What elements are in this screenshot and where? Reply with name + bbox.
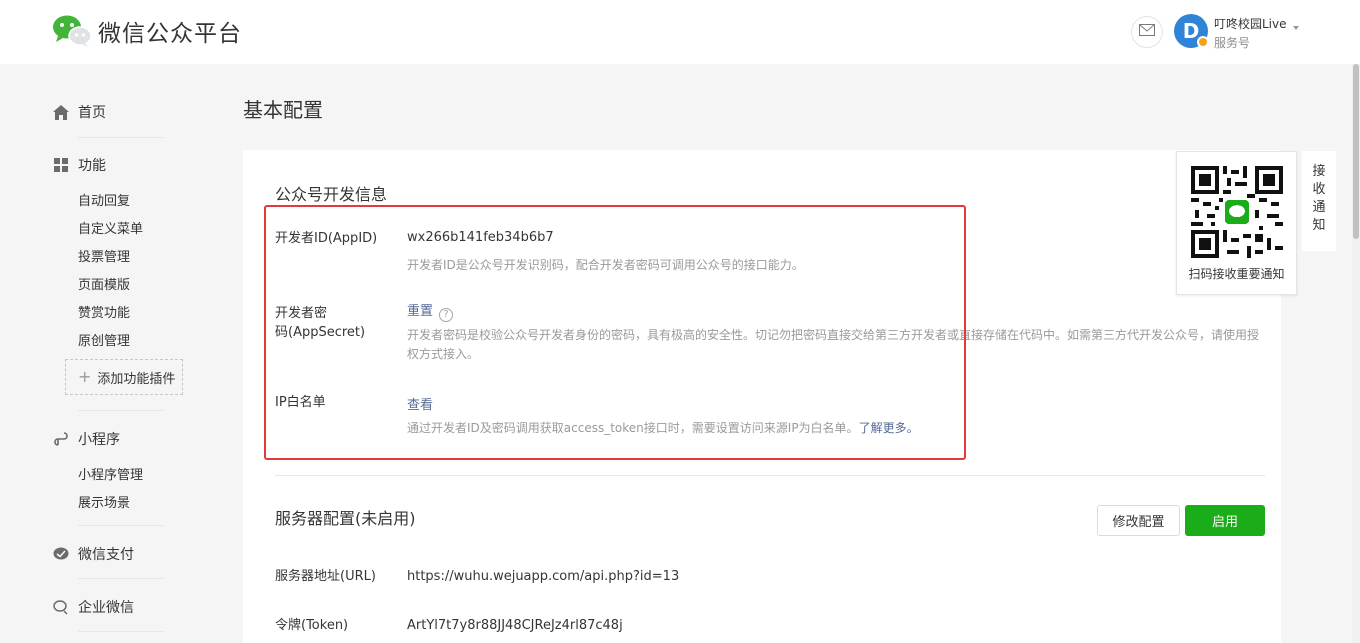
- divider: [78, 525, 164, 526]
- appsecret-label-line1: 开发者密: [275, 306, 328, 321]
- divider: [78, 631, 164, 632]
- token-label: 令牌(Token): [275, 618, 349, 633]
- sidebar-item-label: 功能: [78, 158, 106, 174]
- sidebar-item-wechat-pay[interactable]: 微信支付: [52, 542, 134, 566]
- token-value: ArtYl7t7y8r88JJ48CJReJz4rl87c48j: [407, 618, 623, 633]
- sidebar-item-page-template[interactable]: 页面模版: [78, 274, 130, 293]
- notify-side-tab[interactable]: 接 收 通 知: [1302, 151, 1336, 251]
- appsecret-actions: 重置?: [407, 300, 454, 322]
- dev-info-title: 公众号开发信息: [275, 185, 388, 204]
- home-icon: [52, 103, 70, 121]
- notify-tab-char: 收: [1312, 182, 1326, 197]
- plus-icon: +: [78, 367, 92, 386]
- sidebar-item-home[interactable]: 首页: [52, 100, 106, 124]
- enable-button[interactable]: 启用: [1185, 505, 1265, 536]
- ip-whitelist-description: 通过开发者ID及密码调用获取access_token接口时，需要设置访问来源IP…: [407, 418, 919, 438]
- qr-caption: 扫码接收重要通知: [1188, 267, 1285, 281]
- message-button[interactable]: [1131, 16, 1163, 48]
- sidebar-item-label: 小程序: [78, 432, 120, 448]
- sidebar-section-miniprogram[interactable]: 小程序: [52, 427, 120, 451]
- sidebar-item-label: 首页: [78, 105, 106, 121]
- sidebar-item-custom-menu[interactable]: 自定义菜单: [78, 218, 143, 237]
- sidebar-item-vote-manage[interactable]: 投票管理: [78, 246, 130, 265]
- sidebar-item-original[interactable]: 原创管理: [78, 330, 130, 349]
- sidebar-section-features[interactable]: 功能: [52, 153, 106, 177]
- appsecret-label-line2: 码(AppSecret): [275, 325, 366, 340]
- chevron-down-icon[interactable]: [1293, 26, 1299, 30]
- ip-whitelist-label: IP白名单: [275, 395, 326, 410]
- miniprogram-icon: [52, 430, 70, 448]
- help-icon[interactable]: ?: [439, 307, 454, 322]
- reset-secret-link[interactable]: 重置: [407, 304, 433, 319]
- appsecret-description-line2: 权方式接入。: [407, 347, 480, 361]
- work-wechat-icon: [52, 598, 70, 616]
- section-divider: [275, 475, 1265, 476]
- ip-desc-text: 通过开发者ID及密码调用获取access_token接口时，需要设置访问来源IP…: [407, 421, 859, 435]
- qr-code-icon: [1191, 166, 1283, 258]
- sidebar-item-work-wechat[interactable]: 企业微信: [52, 595, 134, 619]
- sidebar-item-label: 微信支付: [78, 547, 134, 563]
- divider: [78, 410, 164, 411]
- appid-value: wx266b141feb34b6b7: [407, 230, 554, 245]
- sidebar-item-display-scene[interactable]: 展示场景: [78, 492, 130, 511]
- logo[interactable]: 微信公众平台: [52, 14, 242, 48]
- account-type: 服务号: [1214, 36, 1251, 50]
- sidebar-item-auto-reply[interactable]: 自动回复: [78, 190, 130, 209]
- grid-icon: [52, 156, 70, 174]
- add-plugin-button[interactable]: + 添加功能插件: [65, 359, 183, 395]
- notify-tab-char: 知: [1312, 218, 1326, 233]
- server-url-value: https://wuhu.wejuapp.com/api.php?id=13: [407, 569, 680, 584]
- learn-more-link[interactable]: 了解更多。: [859, 421, 919, 435]
- verified-badge-icon: [1197, 36, 1209, 48]
- appid-label: 开发者ID(AppID): [275, 231, 378, 246]
- view-ip-whitelist-link[interactable]: 查看: [407, 394, 433, 413]
- page-scrollbar[interactable]: [1352, 64, 1360, 643]
- server-url-label: 服务器地址(URL): [275, 569, 376, 584]
- account-name[interactable]: 叮咚校园Live: [1214, 15, 1287, 32]
- scrollbar-thumb[interactable]: [1353, 64, 1359, 239]
- modify-config-button[interactable]: 修改配置: [1097, 505, 1180, 536]
- divider: [78, 578, 164, 579]
- top-bar: 微信公众平台 D 叮咚校园Live 服务号: [0, 0, 1360, 64]
- wechat-logo-icon: [52, 14, 92, 48]
- app-title: 微信公众平台: [98, 21, 242, 47]
- notify-tab-char: 接: [1312, 164, 1326, 179]
- appid-description: 开发者ID是公众号开发识别码，配合开发者密码可调用公众号的接口能力。: [407, 258, 804, 272]
- page-title: 基本配置: [243, 98, 323, 122]
- divider: [78, 137, 164, 138]
- wechat-pay-icon: [52, 545, 70, 563]
- sidebar-item-label: 企业微信: [78, 600, 134, 616]
- config-panel: [243, 150, 1281, 643]
- add-plugin-label: 添加功能插件: [97, 371, 176, 387]
- server-config-title: 服务器配置(未启用): [275, 509, 416, 528]
- qr-notify-card[interactable]: 扫码接收重要通知: [1176, 151, 1297, 295]
- appsecret-description-line1: 开发者密码是校验公众号开发者身份的密码，具有极高的安全性。切记勿把密码直接交给第…: [407, 328, 1260, 342]
- sidebar-item-miniprogram-manage[interactable]: 小程序管理: [78, 464, 143, 483]
- mail-icon: [1139, 24, 1155, 40]
- notify-tab-char: 通: [1312, 200, 1326, 215]
- sidebar-item-reward[interactable]: 赞赏功能: [78, 302, 130, 321]
